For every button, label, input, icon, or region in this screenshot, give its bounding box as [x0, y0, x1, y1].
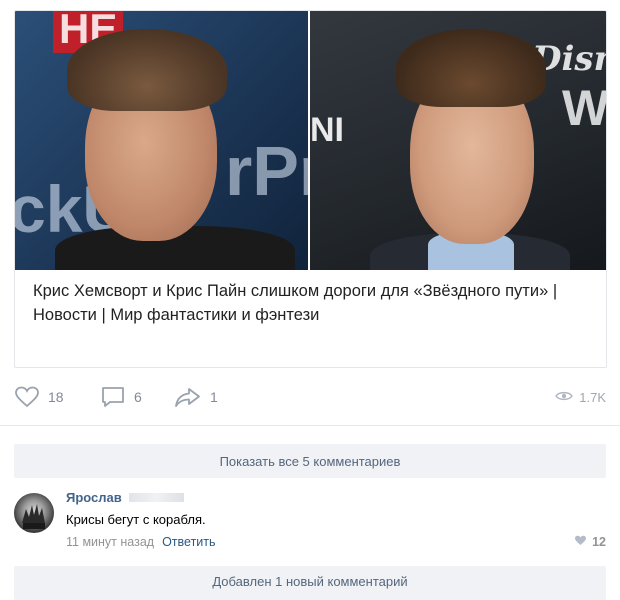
comment-time-link[interactable]: 11 минут назад	[66, 535, 154, 549]
comment-icon	[100, 386, 126, 408]
share-icon	[174, 386, 202, 408]
section-divider	[0, 425, 620, 426]
share-count: 1	[210, 389, 218, 405]
comment-like-count: 12	[592, 535, 606, 549]
show-all-comments-button[interactable]: Показать все 5 комментариев	[14, 444, 606, 478]
post-photos[interactable]: HE ckU rPr NI Disne W	[15, 11, 606, 270]
author-name-blurred	[129, 493, 184, 502]
comment-meta: 11 минут назад Ответить	[66, 535, 216, 549]
like-button[interactable]: 18	[14, 382, 64, 412]
photo-right-brand2: W	[562, 80, 606, 136]
comment-button[interactable]: 6	[100, 382, 142, 412]
heart-icon	[574, 535, 587, 549]
post-headline-link[interactable]: Крис Хемсворт и Крис Пайн слишком дороги…	[33, 279, 593, 327]
photo-left-hair	[67, 29, 227, 111]
like-count: 18	[48, 389, 64, 405]
post-actions-bar: 18 6 1 1.7K	[14, 382, 606, 412]
share-button[interactable]: 1	[174, 382, 218, 412]
new-comment-notice-button[interactable]: Добавлен 1 новый комментарий	[14, 566, 606, 600]
comment-item: Ярослав Крисы бегут с корабля. 11 минут …	[14, 490, 606, 554]
avatar-image	[22, 504, 45, 529]
comment-count: 6	[134, 389, 142, 405]
eye-icon	[555, 390, 574, 405]
photo-left[interactable]: HE ckU rPr	[15, 11, 308, 270]
post-link-card[interactable]: HE ckU rPr NI Disne W Крис Хемсворт и Кр…	[14, 10, 607, 368]
photo-left-sign-text2: rPr	[225, 132, 308, 210]
heart-icon	[14, 386, 40, 408]
views-counter: 1.7K	[555, 382, 606, 412]
views-count: 1.7K	[579, 389, 606, 405]
comment-like-button[interactable]: 12	[574, 535, 606, 549]
photo-right[interactable]: NI Disne W	[310, 11, 606, 270]
reply-button[interactable]: Ответить	[162, 535, 215, 549]
comment-text: Крисы бегут с корабля.	[66, 512, 206, 527]
comment-author-link[interactable]: Ярослав	[66, 490, 122, 505]
avatar[interactable]	[14, 493, 54, 533]
photo-right-hair	[396, 29, 546, 107]
photo-right-sign-text: NI	[310, 111, 344, 149]
